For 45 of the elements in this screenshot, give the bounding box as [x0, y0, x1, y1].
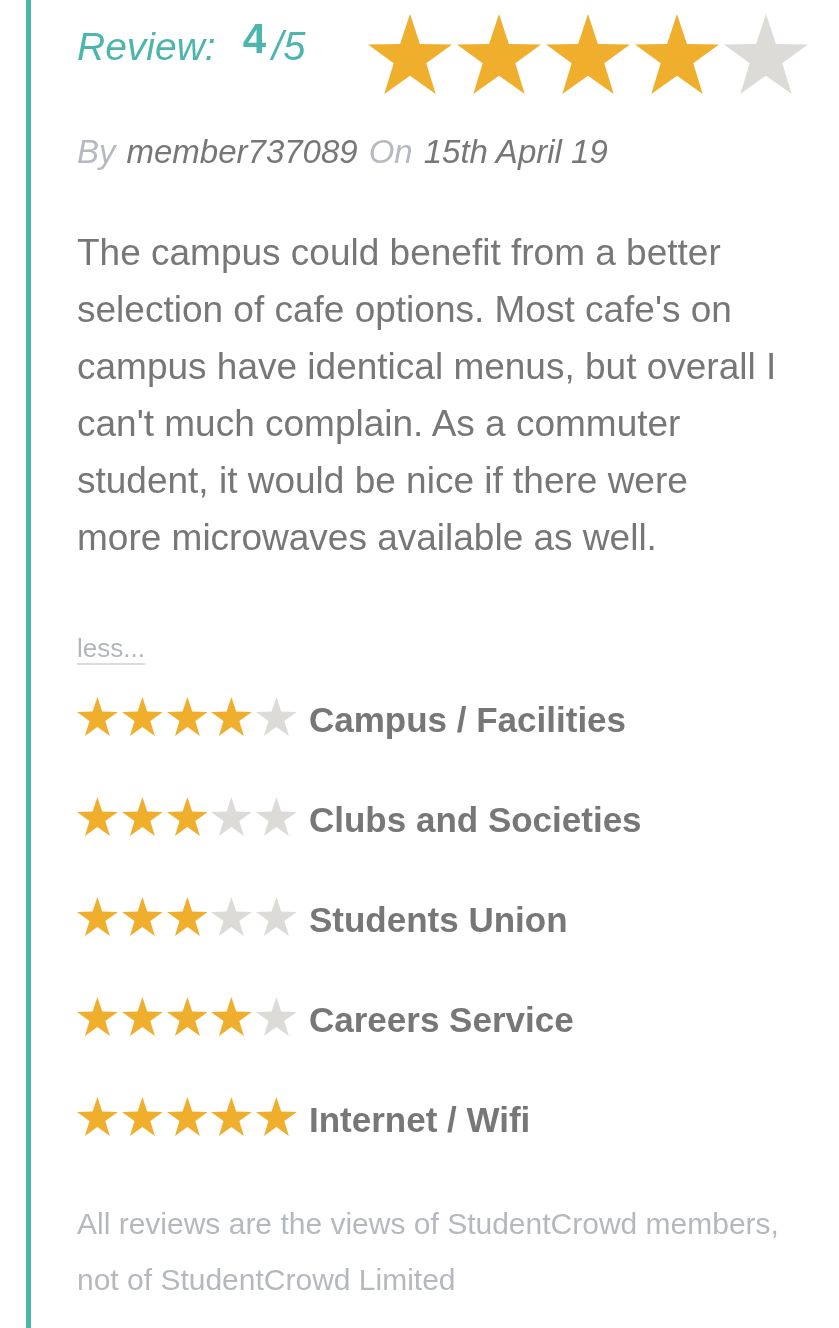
star-icon [211, 896, 253, 936]
star-icon [211, 696, 253, 736]
star-icon [256, 1096, 297, 1136]
star-icon [211, 996, 253, 1036]
review-text: The campus could benefit from a better selection of cafe options. Most cafe's on campus have identical menus, but overall I can't much complain. As a commuter student, it would be nice if there were more microwaves available as well. [77, 231, 778, 560]
star-icon [77, 896, 118, 936]
on-label: On [368, 132, 413, 172]
category-label: Campus / Facilities [309, 699, 627, 740]
star-icon [121, 996, 163, 1036]
star-icon [121, 896, 163, 936]
star-icon [256, 996, 297, 1036]
review-score: 4 [242, 15, 267, 63]
star-icon [166, 796, 208, 836]
by-label: By [77, 132, 116, 172]
review-date: 15th April 19 [423, 132, 608, 172]
category-label: Students Union [309, 899, 568, 940]
star-icon [635, 14, 719, 94]
star-icon [457, 14, 541, 94]
star-icon [256, 696, 297, 736]
less-link[interactable]: less... [77, 633, 145, 665]
star-icon [211, 796, 253, 836]
star-icon [77, 696, 118, 736]
category-label: Clubs and Societies [309, 799, 642, 840]
author-name: member737089 [126, 132, 358, 172]
star-icon [724, 14, 808, 94]
star-icon [121, 796, 163, 836]
category-label: Careers Service [309, 999, 574, 1040]
star-icon [77, 996, 118, 1036]
star-icon [166, 896, 208, 936]
star-icon [166, 996, 208, 1036]
star-icon [211, 1096, 253, 1136]
star-icon [121, 696, 163, 736]
star-icon [166, 1096, 208, 1136]
category-label: Internet / Wifi [309, 1099, 531, 1140]
star-icon [77, 796, 118, 836]
score-max: /5 [272, 24, 306, 69]
disclaimer-text: All reviews are the views of StudentCrowd members, not of StudentCrowd Limited [77, 1206, 780, 1298]
star-icon [256, 796, 297, 836]
star-icon [121, 1096, 163, 1136]
star-icon [368, 14, 452, 94]
star-icon [77, 1096, 118, 1136]
review-label: Review: [77, 25, 216, 69]
star-icon [166, 696, 208, 736]
star-icon [256, 896, 297, 936]
star-icon [546, 14, 630, 94]
